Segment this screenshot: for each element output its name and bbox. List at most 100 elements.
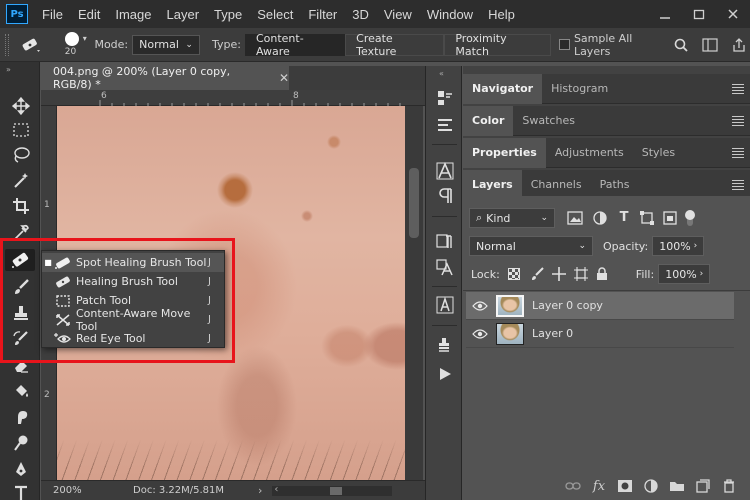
- new-layer-icon[interactable]: [690, 476, 716, 496]
- vertical-scrollbar[interactable]: [405, 106, 423, 480]
- filter-toggle-icon[interactable]: [685, 210, 695, 226]
- proximity-match-button[interactable]: Proximity Match: [444, 32, 552, 58]
- dodge-tool-icon[interactable]: [8, 432, 34, 454]
- menu-filter[interactable]: Filter: [308, 7, 337, 22]
- horizontal-scrollbar[interactable]: ‹: [272, 484, 393, 496]
- fill-input[interactable]: 100% ›: [658, 264, 711, 284]
- type-tool-icon[interactable]: [8, 482, 34, 500]
- visibility-eye-icon[interactable]: [466, 300, 494, 311]
- menu-type[interactable]: Type: [214, 7, 242, 22]
- adjustment-layer-icon[interactable]: [638, 476, 664, 496]
- marquee-tool-icon[interactable]: [8, 119, 34, 141]
- link-layers-icon[interactable]: [560, 476, 586, 496]
- crop-tool-icon[interactable]: [8, 195, 34, 217]
- magic-wand-tool-icon[interactable]: [8, 169, 34, 191]
- tab-color[interactable]: Color: [463, 105, 514, 136]
- menu-3d[interactable]: 3D: [352, 7, 369, 22]
- menu-image[interactable]: Image: [115, 7, 151, 22]
- lock-artboard-icon[interactable]: [573, 267, 588, 281]
- opacity-input[interactable]: 100% ›: [652, 236, 705, 256]
- status-menu-icon[interactable]: ›: [258, 484, 262, 497]
- tab-layers[interactable]: Layers: [463, 169, 522, 200]
- tab-swatches[interactable]: Swatches: [513, 106, 584, 136]
- close-icon[interactable]: ✕: [279, 71, 289, 85]
- content-aware-button[interactable]: Content-Aware: [244, 32, 346, 58]
- menu-window[interactable]: Window: [427, 7, 473, 22]
- tab-paths[interactable]: Paths: [591, 170, 639, 200]
- history-panel-icon[interactable]: [435, 88, 455, 108]
- menu-view[interactable]: View: [384, 7, 412, 22]
- chevron-left-icon[interactable]: ‹: [274, 484, 278, 495]
- character-styles-icon[interactable]: [435, 257, 455, 277]
- tools-collapse-icon[interactable]: »: [6, 65, 11, 74]
- add-mask-icon[interactable]: [612, 476, 638, 496]
- options-grip[interactable]: [5, 33, 9, 56]
- dock-collapse-icon[interactable]: «: [439, 69, 444, 78]
- delete-layer-icon[interactable]: [716, 476, 742, 496]
- tab-channels[interactable]: Channels: [522, 170, 591, 200]
- lock-transparent-icon[interactable]: [507, 268, 520, 280]
- adjustment-filter-icon[interactable]: [593, 211, 607, 225]
- lock-position-icon[interactable]: [551, 267, 566, 281]
- layer-row[interactable]: Layer 0 copy: [466, 292, 734, 320]
- pen-tool-icon[interactable]: [8, 458, 34, 480]
- minimize-icon[interactable]: [648, 0, 682, 28]
- layer-row[interactable]: Layer 0: [466, 320, 734, 348]
- document-tab[interactable]: 004.png @ 200% (Layer 0 copy, RGB/8) * ✕: [41, 65, 289, 91]
- paragraph-styles-icon[interactable]: [435, 231, 455, 251]
- pixel-filter-icon[interactable]: [567, 211, 583, 225]
- search-icon[interactable]: [672, 36, 689, 54]
- smart-object-filter-icon[interactable]: [663, 211, 677, 225]
- scrollbar-thumb[interactable]: [409, 168, 419, 238]
- tab-navigator[interactable]: Navigator: [463, 73, 543, 104]
- move-tool-icon[interactable]: [8, 95, 34, 117]
- tab-properties[interactable]: Properties: [463, 137, 546, 168]
- share-icon[interactable]: [729, 36, 750, 54]
- character-panel-icon[interactable]: [435, 161, 455, 181]
- tab-adjustments[interactable]: Adjustments: [546, 138, 633, 168]
- panel-menu-icon[interactable]: [732, 148, 744, 158]
- clone-source-icon[interactable]: [435, 335, 455, 355]
- sample-all-layers-checkbox[interactable]: [559, 39, 570, 50]
- create-texture-button[interactable]: Create Texture: [345, 32, 445, 58]
- mode-select[interactable]: Normal ⌄: [132, 34, 200, 55]
- ruler-label: 8: [293, 91, 299, 101]
- menu-file[interactable]: File: [42, 7, 63, 22]
- visibility-eye-icon[interactable]: [466, 328, 494, 339]
- panel-menu-icon[interactable]: [732, 116, 744, 126]
- layers-footer: fx: [463, 472, 750, 500]
- layer-style-icon[interactable]: fx: [586, 476, 612, 496]
- brush-size-picker[interactable]: 20 ▾: [56, 30, 89, 60]
- paragraph-panel-icon[interactable]: [435, 186, 455, 206]
- document-tab-bar: 004.png @ 200% (Layer 0 copy, RGB/8) * ✕: [41, 65, 425, 91]
- panel-menu-icon[interactable]: [732, 180, 744, 190]
- close-icon[interactable]: [716, 0, 750, 28]
- play-icon[interactable]: [435, 364, 455, 384]
- layer-name[interactable]: Layer 0 copy: [532, 299, 603, 312]
- scrollbar-thumb[interactable]: [330, 486, 343, 495]
- menu-edit[interactable]: Edit: [78, 7, 100, 22]
- panel-menu-icon[interactable]: [732, 84, 744, 94]
- paint-bucket-tool-icon[interactable]: [8, 380, 34, 402]
- lock-image-icon[interactable]: [530, 267, 544, 281]
- workspace-icon[interactable]: [700, 36, 721, 54]
- lasso-tool-icon[interactable]: [8, 144, 34, 166]
- maximize-icon[interactable]: [682, 0, 716, 28]
- kind-filter-select[interactable]: ⌕ Kind ⌄: [469, 208, 555, 228]
- shape-filter-icon[interactable]: [639, 211, 655, 225]
- type-filter-icon[interactable]: T: [617, 211, 631, 225]
- menu-help[interactable]: Help: [488, 7, 515, 22]
- blend-mode-select[interactable]: Normal ⌄: [469, 236, 593, 256]
- tool-preset-icon[interactable]: [17, 33, 46, 57]
- menu-layer[interactable]: Layer: [167, 7, 200, 22]
- zoom-level[interactable]: 200%: [53, 485, 133, 496]
- tab-histogram[interactable]: Histogram: [542, 74, 617, 104]
- tab-styles[interactable]: Styles: [633, 138, 684, 168]
- smudge-tool-icon[interactable]: [8, 406, 34, 428]
- glyphs-panel-icon[interactable]: [435, 295, 455, 315]
- menu-select[interactable]: Select: [257, 7, 293, 22]
- layer-name[interactable]: Layer 0: [532, 327, 573, 340]
- lock-all-icon[interactable]: [596, 267, 608, 281]
- group-folder-icon[interactable]: [664, 476, 690, 496]
- actions-panel-icon[interactable]: [435, 115, 455, 135]
